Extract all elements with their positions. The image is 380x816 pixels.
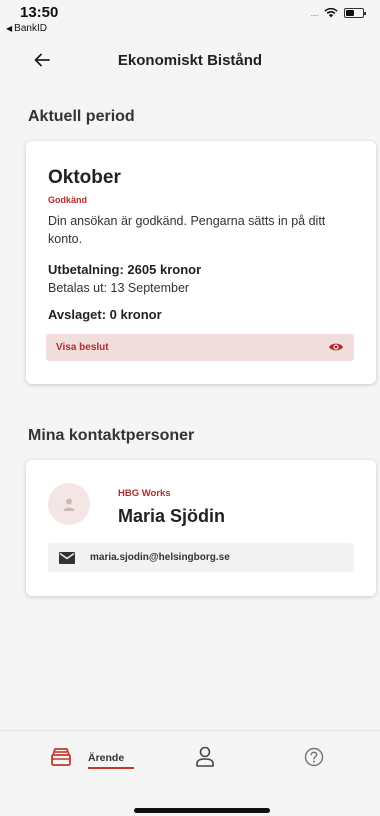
contact-card: HBG Works Maria Sjödin maria.sjodin@hels… [26,460,376,596]
status-message: Din ansökan är godkänd. Pengarna sätts i… [48,214,326,246]
contact-organization: HBG Works [118,488,171,499]
page-title: Ekonomiskt Bistånd [117,52,263,69]
mail-icon [59,552,75,564]
view-decision-label: Visa beslut [56,342,109,353]
payout-date: Betalas ut: 13 September [48,281,190,295]
help-icon [304,747,324,767]
wifi-icon [324,8,338,18]
contact-name: Maria Sjödin [118,506,226,526]
period-card: Oktober Godkänd Din ansökan är godkänd. … [26,141,376,384]
app-header: Ekonomiskt Bistånd [0,44,380,78]
status-bar: 13:50 ◀ BankID ..... [0,0,380,40]
status-indicators: ..... [310,8,366,18]
contact-email: maria.sjodin@helsingborg.se [90,552,230,563]
avatar [48,483,90,525]
view-decision-button[interactable]: Visa beslut [46,334,354,361]
current-period-heading: Aktuell period [28,108,135,125]
status-badge: Godkänd [48,195,88,205]
home-indicator [134,808,270,813]
rejected-amount: Avslaget: 0 kronor [48,307,162,322]
back-app-label: BankID [14,23,47,34]
tab-bar: Ärende [0,730,380,816]
battery-icon [344,8,366,18]
back-triangle-icon: ◀ [6,24,13,33]
profile-icon [196,746,214,767]
contacts-heading: Mina kontaktpersoner [28,427,195,444]
eye-icon [329,343,343,351]
inbox-icon [51,748,71,766]
period-month: Oktober [48,167,121,188]
active-tab-indicator [88,767,134,769]
payout-amount: Utbetalning: 2605 kronor [48,262,202,277]
signal-icon: ..... [310,8,318,18]
status-time: 13:50 [20,4,59,21]
tab-case-label: Ärende [88,752,125,764]
person-icon [63,498,75,511]
email-link[interactable]: maria.sjodin@helsingborg.se [48,543,354,572]
back-to-app-link[interactable]: ◀ BankID [6,23,47,34]
